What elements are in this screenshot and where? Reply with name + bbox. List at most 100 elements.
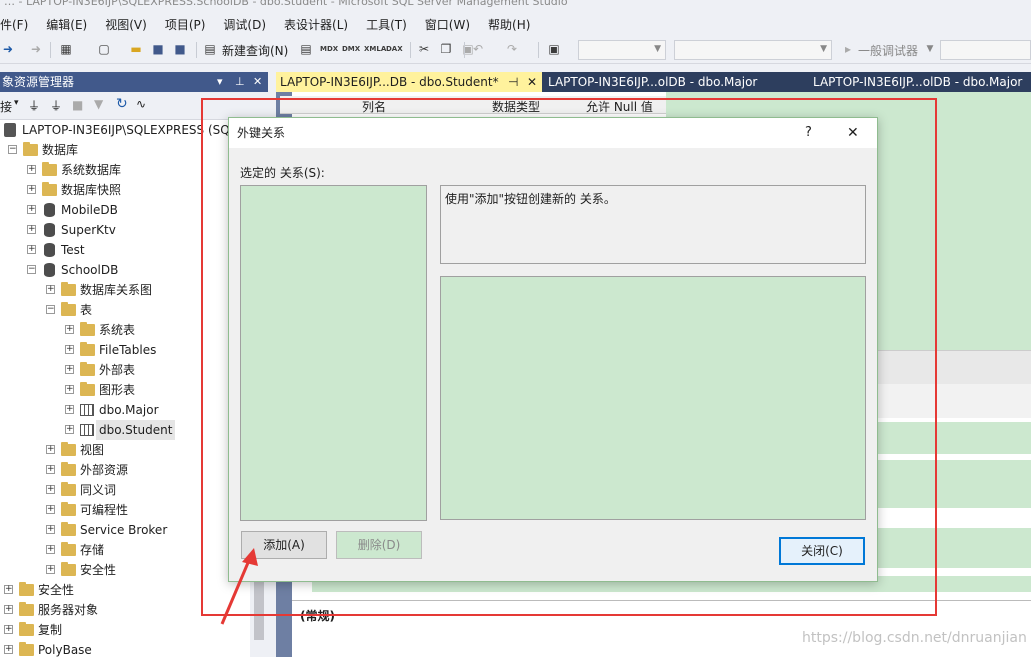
toolbar-separator [50, 42, 51, 58]
add-item-icon[interactable]: ▢ [96, 41, 112, 57]
menu-project[interactable]: 项目(P) [156, 16, 215, 33]
close-icon[interactable]: ✕ [253, 72, 262, 92]
filter-icon[interactable]: ▼ [94, 97, 103, 111]
expand-icon[interactable]: + [65, 325, 74, 334]
collapse-icon[interactable]: − [8, 145, 17, 154]
window-title: … - LAPTOP-IN3E6IJP\SQLEXPRESS.SchoolDB … [0, 0, 1031, 12]
expand-icon[interactable]: + [27, 225, 36, 234]
forward-icon[interactable]: ➜ [28, 41, 44, 57]
menu-debug[interactable]: 调试(D) [214, 16, 275, 33]
expand-icon[interactable]: + [65, 365, 74, 374]
tab-major-design[interactable]: LAPTOP-IN3E6IJP...olDB - dbo.Major [544, 72, 800, 92]
copy-icon[interactable]: ❐ [438, 41, 454, 57]
tree-node-label: 系统表 [99, 323, 136, 337]
expand-icon[interactable]: + [27, 245, 36, 254]
folder-icon [42, 182, 57, 196]
menu-view[interactable]: 视图(V) [96, 16, 156, 33]
mdx-icon[interactable]: MDX [320, 41, 338, 57]
activity-monitor-icon[interactable]: ▣ [546, 41, 562, 57]
tree-node-label: 外部资源 [80, 463, 129, 477]
menu-file[interactable]: 件(F) [0, 16, 37, 33]
folder-icon [19, 602, 34, 616]
chevron-down-icon[interactable]: ▾ [14, 98, 19, 108]
expand-icon[interactable]: + [65, 405, 74, 414]
save-all-icon[interactable]: ■ [172, 41, 188, 57]
expand-icon[interactable]: + [4, 605, 13, 614]
connect-button[interactable]: 接 [0, 98, 12, 115]
pin-icon[interactable]: ⊣ [508, 72, 518, 92]
folder-icon [61, 542, 76, 556]
search-combo[interactable] [940, 40, 1031, 60]
solution-config-combo[interactable]: ▼ [578, 40, 666, 60]
expand-icon[interactable]: + [27, 205, 36, 214]
connect-icon[interactable]: ⏚ [28, 97, 40, 114]
cut-icon[interactable]: ✂ [416, 41, 432, 57]
expand-icon[interactable]: + [4, 585, 13, 594]
expand-icon[interactable]: + [4, 625, 13, 634]
menu-window[interactable]: 窗口(W) [416, 16, 479, 33]
expand-icon[interactable]: + [46, 465, 55, 474]
chevron-down-icon[interactable]: ▼ [922, 41, 938, 57]
arrow-shaft [220, 557, 252, 625]
server-icon [4, 123, 16, 137]
toolbar-separator [410, 42, 411, 58]
object-explorer-title: 象资源管理器 [2, 75, 75, 89]
expand-icon[interactable]: + [65, 345, 74, 354]
save-icon[interactable]: ■ [150, 41, 166, 57]
undo-icon[interactable]: ↶ [470, 41, 486, 57]
tab-major-design-2[interactable]: LAPTOP-IN3E6IJP...olDB - dbo.Major [809, 72, 1031, 92]
folder-icon [61, 522, 76, 536]
menu-table-designer[interactable]: 表设计器(L) [275, 16, 357, 33]
db-engine-query-icon[interactable]: ▤ [298, 41, 314, 57]
expand-icon[interactable]: + [27, 165, 36, 174]
stop-icon[interactable]: ■ [72, 98, 83, 112]
redo-icon[interactable]: ↷ [504, 41, 520, 57]
tree-node-label: dbo.Major [99, 403, 159, 417]
collapse-icon[interactable]: − [46, 305, 55, 314]
menu-help[interactable]: 帮助(H) [479, 16, 539, 33]
open-file-icon[interactable]: ▬ [128, 41, 144, 57]
tab-student-design[interactable]: LAPTOP-IN3E6IJP...DB - dbo.Student* ⊣ ✕ [276, 72, 542, 92]
menu-tools[interactable]: 工具(T) [357, 16, 416, 33]
expand-icon[interactable]: + [46, 525, 55, 534]
new-project-icon[interactable]: ▦ [58, 41, 74, 57]
tree-node[interactable]: + 复制 [0, 620, 250, 640]
new-query-icon[interactable]: ▤ [202, 41, 218, 57]
menu-edit[interactable]: 编辑(E) [37, 16, 96, 33]
watermark: https://blog.csdn.net/dnruanjian [802, 630, 1027, 646]
expand-icon[interactable]: + [46, 505, 55, 514]
expand-icon[interactable]: + [27, 185, 36, 194]
chevron-down-icon[interactable]: ▾ [217, 72, 223, 92]
folder-icon [42, 162, 57, 176]
tree-node[interactable]: + PolyBase [0, 640, 250, 657]
expand-icon[interactable]: + [65, 425, 74, 434]
folder-icon [61, 502, 76, 516]
folder-icon [19, 622, 34, 636]
new-query-button[interactable]: 新建查询(N) [222, 42, 288, 59]
xmla-icon[interactable]: XMLA [364, 41, 386, 57]
disconnect-icon[interactable]: ⏚ [50, 97, 62, 114]
expand-icon[interactable]: + [4, 645, 13, 654]
tree-node-label: 表 [80, 303, 93, 317]
start-debug-icon[interactable]: ▸ [840, 41, 856, 57]
close-icon[interactable]: ✕ [527, 72, 537, 92]
expand-icon[interactable]: + [65, 385, 74, 394]
expand-icon[interactable]: + [46, 485, 55, 494]
expand-icon[interactable]: + [46, 445, 55, 454]
tree-node-label: SchoolDB [61, 263, 119, 277]
collapse-icon[interactable]: − [27, 265, 36, 274]
dmx-icon[interactable]: DMX [342, 41, 360, 57]
database-icon [44, 263, 55, 277]
pin-icon[interactable]: ⊥ [235, 72, 245, 92]
expand-icon[interactable]: + [46, 545, 55, 554]
chevron-down-icon: ▼ [654, 44, 661, 54]
refresh-icon[interactable]: ↻ [116, 96, 128, 112]
back-icon[interactable]: ➜ [0, 41, 16, 57]
activity-icon[interactable]: ∿ [136, 97, 146, 111]
dax-icon[interactable]: DAX [386, 41, 403, 57]
expand-icon[interactable]: + [46, 285, 55, 294]
expand-icon[interactable]: + [46, 565, 55, 574]
debugger-select[interactable]: 一般调试器 [858, 42, 918, 59]
solution-platform-combo[interactable]: ▼ [674, 40, 832, 60]
tree-node-label: 可编程性 [80, 503, 129, 517]
